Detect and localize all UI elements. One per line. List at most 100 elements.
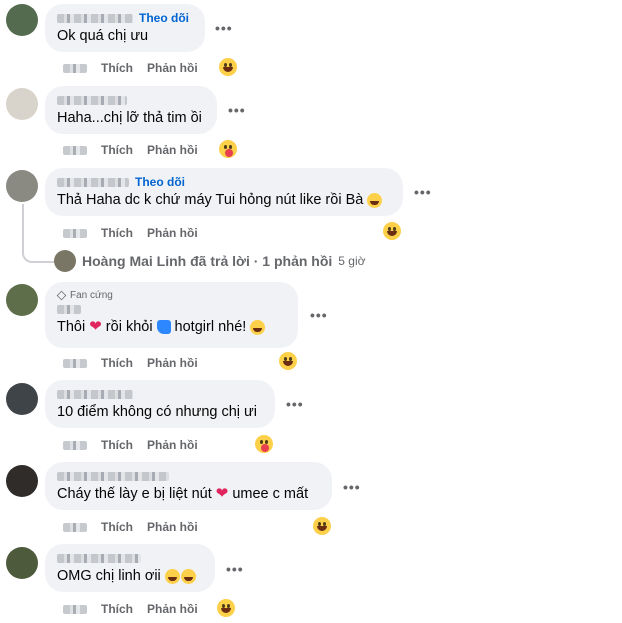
comment-text-part: hotgirl nhé!: [174, 319, 247, 335]
comment-text: Thả Haha dc k chứ máy Tui hỏng nút like …: [57, 190, 391, 210]
laughing-emoji-icon: [367, 192, 383, 208]
comment-text: Thôi ❤ rồi khỏi hotgirl nhé!: [57, 317, 286, 337]
more-options-icon[interactable]: •••: [215, 21, 235, 35]
like-button[interactable]: Thích: [101, 61, 133, 75]
avatar[interactable]: [6, 547, 38, 579]
comment-bubble: Fan cứng Thôi ❤ rồi khỏi hotgirl nhé!: [45, 282, 298, 348]
more-options-icon[interactable]: •••: [310, 308, 330, 322]
haha-reaction-icon[interactable]: [219, 58, 237, 76]
comment-text-part: umee c mất: [232, 486, 309, 502]
comment-text: Cháy thế lày e bị liệt nút ❤ umee c mất: [57, 484, 320, 504]
grinning-emoji-icon: [250, 319, 266, 335]
comment-actions: Thích Phản hồi: [63, 356, 198, 370]
timestamp-blurred[interactable]: [63, 440, 87, 450]
replier-avatar: [54, 250, 76, 272]
author-name-blurred[interactable]: [57, 554, 141, 563]
comment-actions: Thích Phản hồi: [63, 602, 198, 616]
author-row: Theo dõi: [57, 175, 391, 190]
comment-actions: Thích Phản hồi: [63, 143, 198, 157]
timestamp-blurred[interactable]: [63, 145, 87, 155]
rofl-emoji-icon: [164, 568, 180, 584]
like-button[interactable]: Thích: [101, 143, 133, 157]
author-name-blurred[interactable]: [57, 96, 127, 105]
comment-text: OMG chị linh ơii: [57, 566, 203, 586]
follow-link[interactable]: Theo dõi: [135, 175, 185, 190]
avatar[interactable]: [6, 284, 38, 316]
comment-actions: Thích Phản hồi: [63, 61, 198, 75]
comment-bubble: 10 điểm không có nhưng chị ưi: [45, 380, 275, 428]
haha-reaction-icon[interactable]: [383, 222, 401, 240]
reply-button[interactable]: Phản hồi: [147, 143, 198, 157]
comment-text: Haha...chị lỡ thả tim ồi: [57, 110, 202, 126]
author-name-blurred[interactable]: [57, 178, 129, 187]
timestamp-blurred[interactable]: [63, 604, 87, 614]
avatar[interactable]: [6, 465, 38, 497]
author-row: Theo dõi: [57, 11, 193, 26]
thumbs-up-icon: [156, 320, 171, 334]
comment-text-part: Cháy thế lày e bị liệt nút: [57, 486, 212, 502]
reply-button[interactable]: Phản hồi: [147, 602, 198, 616]
author-row: [57, 387, 263, 402]
comment-bubble: OMG chị linh ơii: [45, 544, 215, 592]
reply-button[interactable]: Phản hồi: [147, 61, 198, 75]
comment-text-part: Thôi: [57, 319, 86, 335]
reply-button[interactable]: Phản hồi: [147, 226, 198, 240]
care-reaction-icon[interactable]: [219, 140, 237, 158]
avatar[interactable]: [6, 88, 38, 120]
comment-actions: Thích Phản hồi: [63, 520, 198, 534]
more-options-icon[interactable]: •••: [343, 480, 363, 494]
like-button[interactable]: Thích: [101, 602, 133, 616]
comment-bubble: Haha...chị lỡ thả tim ồi: [45, 86, 217, 134]
timestamp-blurred[interactable]: [63, 358, 87, 368]
author-row: [57, 302, 286, 317]
comment-text-content: Thả Haha dc k chứ máy Tui hỏng nút like …: [57, 192, 364, 208]
timestamp-blurred[interactable]: [63, 522, 87, 532]
avatar[interactable]: [6, 4, 38, 36]
comment-actions: Thích Phản hồi: [63, 226, 198, 240]
more-options-icon[interactable]: •••: [226, 562, 246, 576]
like-button[interactable]: Thích: [101, 438, 133, 452]
rofl-emoji-icon: [180, 568, 196, 584]
comment-bubble: Cháy thế lày e bị liệt nút ❤ umee c mất: [45, 462, 332, 510]
reply-button[interactable]: Phản hồi: [147, 438, 198, 452]
author-row: [57, 469, 320, 484]
author-name-blurred[interactable]: [57, 305, 81, 314]
author-row: [57, 93, 205, 108]
heart-icon: ❤: [215, 485, 229, 502]
comment-actions: Thích Phản hồi: [63, 438, 198, 452]
fan-badge-label: Fan cứng: [70, 290, 113, 301]
timestamp-blurred[interactable]: [63, 228, 87, 238]
more-options-icon[interactable]: •••: [414, 185, 434, 199]
reply-button[interactable]: Phản hồi: [147, 520, 198, 534]
comment-thread: Theo dõi Ok quá chị ưu ••• Thích Phản hồ…: [0, 0, 622, 623]
comment-text-content: OMG chị linh ơii: [57, 568, 161, 584]
follow-link[interactable]: Theo dõi: [139, 11, 189, 26]
author-name-blurred[interactable]: [57, 14, 133, 23]
author-name-blurred[interactable]: [57, 472, 169, 481]
thread-connector-line: [22, 204, 56, 263]
comment-text-part: rồi khỏi: [105, 319, 153, 335]
author-name-blurred[interactable]: [57, 390, 133, 399]
diamond-icon: [56, 290, 67, 301]
timestamp-blurred[interactable]: [63, 63, 87, 73]
heart-icon: ❤: [89, 318, 102, 335]
haha-reaction-icon[interactable]: [313, 517, 331, 535]
more-options-icon[interactable]: •••: [228, 103, 248, 117]
view-replies-link[interactable]: Hoàng Mai Linh đã trả lời · 1 phản hồi 5…: [54, 249, 366, 273]
reply-time: 5 giờ: [338, 254, 366, 268]
reply-summary-text[interactable]: Hoàng Mai Linh đã trả lời · 1 phản hồi: [82, 253, 332, 269]
more-options-icon[interactable]: •••: [286, 397, 306, 411]
author-row: [57, 551, 203, 566]
haha-reaction-icon[interactable]: [217, 599, 235, 617]
like-button[interactable]: Thích: [101, 520, 133, 534]
reply-button[interactable]: Phản hồi: [147, 356, 198, 370]
haha-reaction-icon[interactable]: [279, 352, 297, 370]
care-reaction-icon[interactable]: [255, 435, 273, 453]
fan-badge: Fan cứng: [56, 289, 286, 302]
comment-text: Ok quá chị ưu: [57, 28, 149, 44]
like-button[interactable]: Thích: [101, 356, 133, 370]
like-button[interactable]: Thích: [101, 226, 133, 240]
avatar[interactable]: [6, 170, 38, 202]
comment-bubble: Theo dõi Thả Haha dc k chứ máy Tui hỏng …: [45, 168, 403, 216]
avatar[interactable]: [6, 383, 38, 415]
